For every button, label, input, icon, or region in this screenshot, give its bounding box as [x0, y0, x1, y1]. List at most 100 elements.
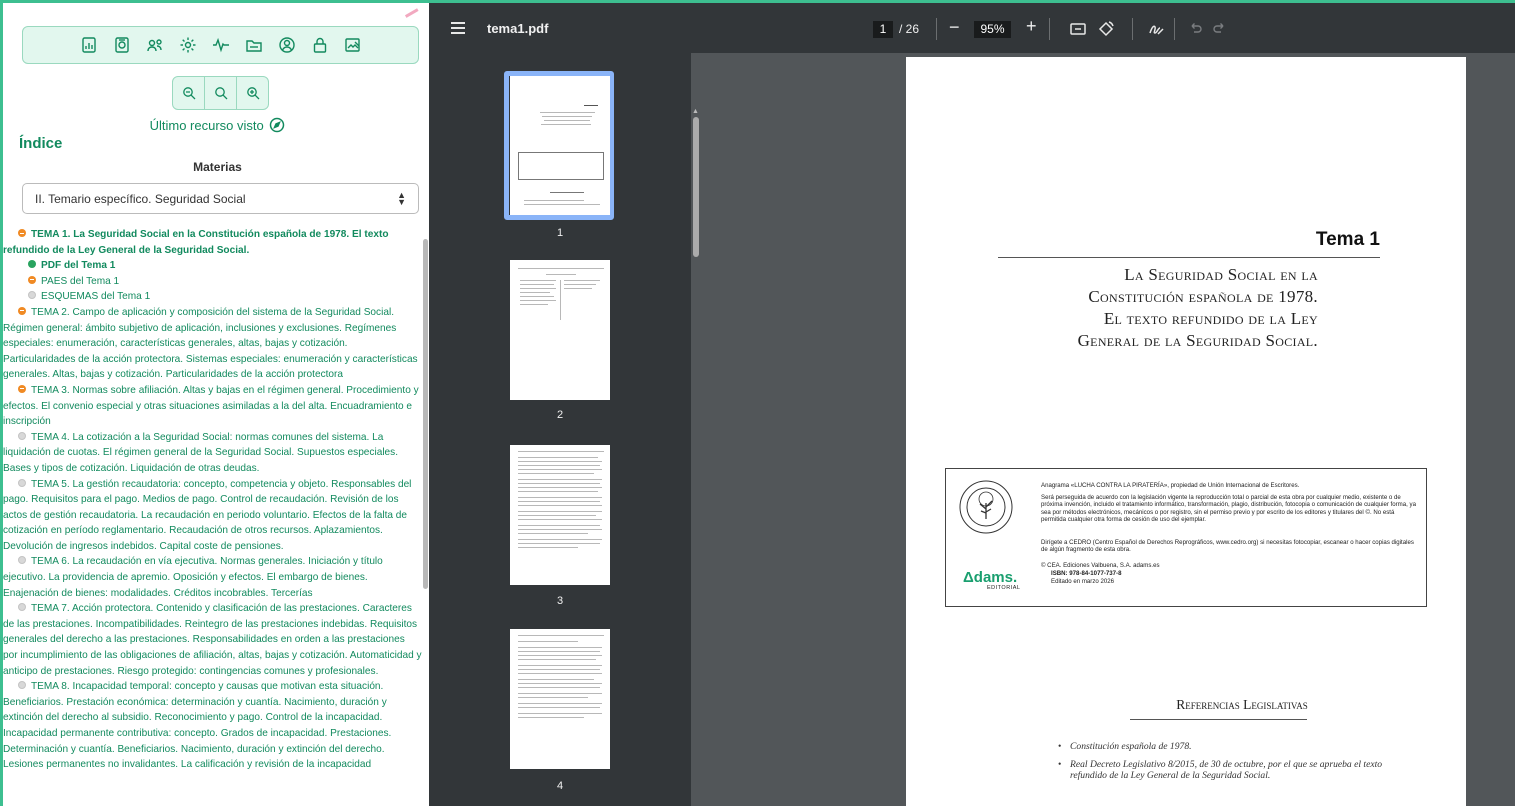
thumbnail-number: 1 [556, 227, 564, 239]
zoom-reset-button[interactable] [205, 77, 237, 109]
topic-text[interactable]: TEMA 7. Acción protectora. Contenido y c… [3, 603, 422, 676]
legal-notice-box: Δdams. EDITORIAL Anagrama «LUCHA CONTRA … [945, 468, 1427, 607]
pdf-file-name: tema1.pdf [487, 21, 549, 36]
redo-icon[interactable] [1211, 20, 1229, 38]
toolbar-divider [1049, 18, 1050, 40]
topic-item[interactable]: TEMA 2. Campo de aplicación y composició… [3, 305, 422, 383]
topic-text[interactable]: PDF del Tema 1 [41, 260, 115, 271]
isbn-line: ISBN: 978-84-1077-737-8 [1051, 570, 1122, 577]
settings-icon[interactable] [178, 35, 198, 55]
zoom-out-button[interactable]: − [949, 17, 960, 38]
status-gray-icon [18, 603, 26, 612]
chart-icon[interactable] [79, 35, 99, 55]
topic-scrollbar-thumb[interactable] [423, 239, 428, 589]
topic-item[interactable]: TEMA 5. La gestión recaudatoria: concept… [3, 477, 422, 555]
user-circle-icon[interactable] [277, 35, 297, 55]
topic-text[interactable]: TEMA 4. La cotización a la Seguridad Soc… [3, 432, 398, 474]
last-resource-link[interactable]: Último recurso visto [3, 117, 429, 133]
topic-text[interactable]: TEMA 2. Campo de aplicación y composició… [3, 307, 418, 380]
materias-label: Materias [193, 160, 242, 174]
anti-piracy-seal-icon [959, 480, 1013, 534]
undo-icon[interactable] [1186, 20, 1204, 38]
legal-line: Anagrama «LUCHA CONTRA LA PIRATERÍA», pr… [1041, 482, 1300, 489]
title-line: El texto refundido de la Ley [1103, 309, 1318, 328]
topic-item[interactable]: TEMA 6. La recaudación en vía ejecutiva.… [3, 554, 422, 601]
thumbnail-scrollbar-thumb[interactable] [693, 117, 699, 257]
thumbnail-number: 3 [556, 595, 564, 607]
topic-item[interactable]: TEMA 4. La cotización a la Seguridad Soc… [3, 430, 422, 477]
references-rule [1130, 719, 1307, 720]
topic-resource-item[interactable]: PAES del Tema 1 [3, 274, 422, 290]
page-thumbnail-1[interactable] [510, 76, 610, 215]
title-line: General de la Seguridad Social. [1077, 331, 1318, 350]
reference-item: Constitución española de 1978. [1058, 741, 1390, 752]
activity-icon[interactable] [211, 35, 231, 55]
topic-text[interactable]: TEMA 3. Normas sobre afiliación. Altas y… [3, 385, 419, 427]
tema-heading: Tema 1 [1315, 229, 1380, 250]
calculator-icon[interactable] [112, 35, 132, 55]
select-arrows-icon: ▲ ▼ [397, 189, 406, 207]
toolbar-divider [936, 18, 937, 40]
topic-text[interactable]: PAES del Tema 1 [41, 276, 119, 287]
status-gray-icon [28, 291, 36, 300]
annotate-icon[interactable] [1147, 20, 1165, 38]
status-orange-icon [18, 229, 26, 237]
page-thumbnail-4[interactable] [510, 629, 610, 769]
topic-text[interactable]: TEMA 8. Incapacidad temporal: concepto y… [3, 681, 391, 770]
scroll-up-arrow-icon[interactable]: ▲ [692, 108, 699, 115]
last-resource-label[interactable]: Último recurso visto [150, 118, 264, 133]
status-orange-icon [18, 306, 26, 315]
status-orange-icon [28, 275, 36, 284]
thumbnail-panel: 1 2 3 4 ▲ [429, 53, 699, 806]
status-green-icon [28, 260, 36, 269]
legal-paragraph: Dirígete a CEDRO (Centro Español de Dere… [1041, 539, 1414, 554]
topic-item[interactable]: TEMA 7. Acción protectora. Contenido y c… [3, 601, 422, 679]
topic-text[interactable]: TEMA 6. La recaudación en vía ejecutiva.… [3, 556, 383, 598]
edition-line: Editado en marzo 2026 [1051, 578, 1115, 585]
title-line: Constitución española de 1978. [1088, 287, 1318, 306]
pdf-toolbar: tema1.pdf 1 / 26 − 95% + [429, 3, 1515, 53]
topic-item[interactable]: TEMA 1. La Seguridad Social en la Consti… [3, 227, 422, 258]
materia-select-value: II. Temario específico. Seguridad Social [35, 191, 246, 206]
topic-resource-item[interactable]: ESQUEMAS del Tema 1 [3, 289, 422, 305]
materia-select[interactable]: II. Temario específico. Seguridad Social… [22, 183, 419, 214]
status-gray-icon [18, 681, 26, 690]
status-gray-icon [18, 556, 26, 565]
topic-text[interactable]: ESQUEMAS del Tema 1 [41, 291, 150, 302]
image-edit-icon[interactable] [343, 35, 363, 55]
topic-text[interactable]: TEMA 1. La Seguridad Social en la Consti… [3, 229, 388, 256]
folder-icon[interactable] [244, 35, 264, 55]
zoom-in-button[interactable] [237, 77, 268, 109]
toolbar-divider [1132, 18, 1133, 40]
topic-item[interactable]: TEMA 8. Incapacidad temporal: concepto y… [3, 679, 422, 773]
users-icon[interactable] [145, 35, 165, 55]
topic-resource-item[interactable]: PDF del Tema 1 [3, 258, 422, 274]
resource-sidebar: Último recurso visto Índice Materias II.… [0, 0, 429, 806]
compass-icon [270, 117, 285, 133]
page-title: La Seguridad Social en la Constitución e… [1006, 264, 1318, 352]
menu-icon[interactable] [451, 22, 465, 34]
pdf-page: Tema 1 La Seguridad Social en la Constit… [906, 57, 1466, 806]
legal-paragraph: Será perseguida de acuerdo con la legisl… [1041, 494, 1416, 524]
resource-toolbar [22, 26, 419, 64]
page-number-input[interactable]: 1 [873, 21, 893, 38]
adams-logo-subtitle: EDITORIAL [987, 585, 1021, 591]
thumbnail-number: 4 [556, 780, 564, 792]
references-title: Referencias Legislativas [1176, 697, 1308, 712]
rotate-icon[interactable] [1097, 20, 1115, 38]
page-thumbnail-3[interactable] [510, 445, 610, 585]
lock-icon[interactable] [310, 35, 330, 55]
zoom-out-button[interactable] [173, 77, 205, 109]
page-total: / 26 [899, 22, 920, 36]
title-line: La Seguridad Social en la [1124, 265, 1318, 284]
zoom-in-button[interactable]: + [1026, 16, 1037, 37]
status-gray-icon [18, 478, 26, 487]
topic-item[interactable]: TEMA 3. Normas sobre afiliación. Altas y… [3, 383, 422, 430]
adams-logo: Δdams. [963, 569, 1018, 586]
topic-text[interactable]: TEMA 5. La gestión recaudatoria: concept… [3, 479, 411, 552]
copyright-line: © CEA. Ediciones Valbuena, S.A. adams.es [1041, 562, 1160, 569]
zoom-level-input[interactable]: 95% [974, 21, 1011, 38]
fit-page-icon[interactable] [1069, 20, 1087, 38]
thumbnail-number: 2 [556, 409, 564, 421]
page-thumbnail-2[interactable] [510, 260, 610, 400]
